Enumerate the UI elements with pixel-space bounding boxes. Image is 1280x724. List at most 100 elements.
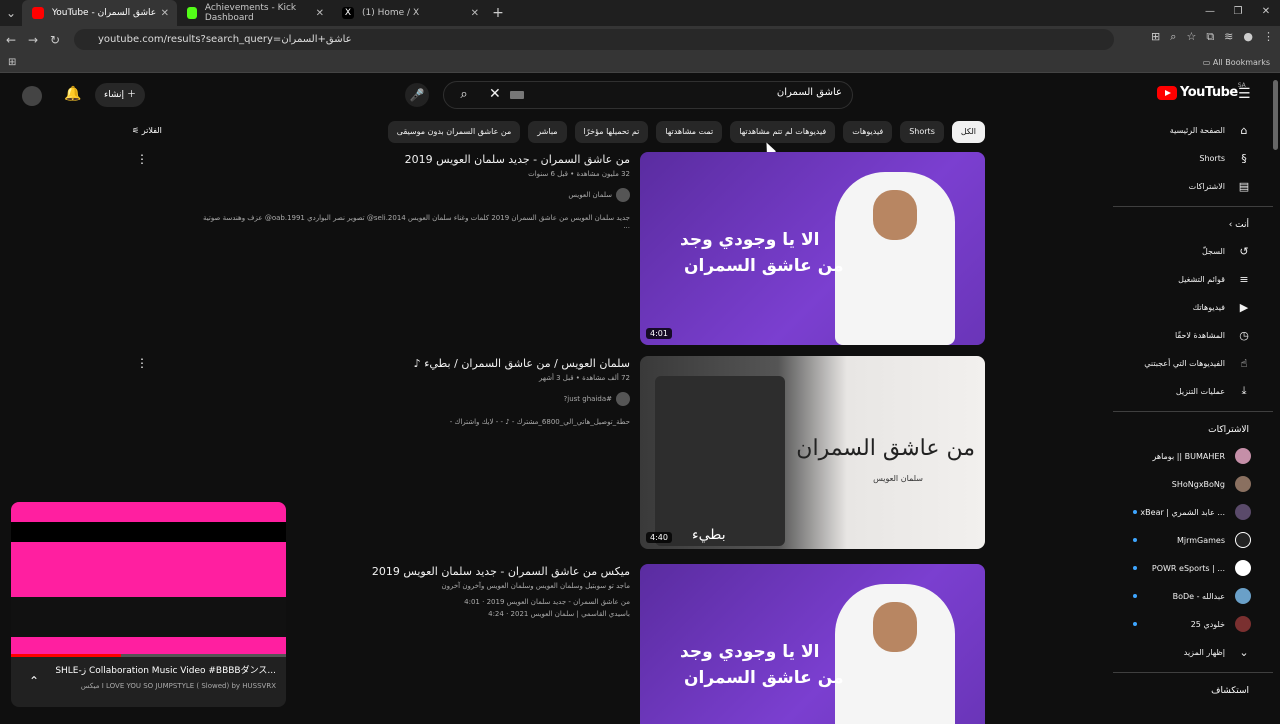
subscription-item[interactable]: POWR eSports | ... — [1113, 554, 1273, 582]
filter-chips: الكل Shorts فيديوهات فيديوهات لم تتم مشا… — [387, 121, 985, 143]
sidebar-item-your-videos[interactable]: فيديوهاتك ▶ — [1113, 293, 1273, 321]
guide-menu-icon[interactable]: ☰ — [1238, 86, 1251, 102]
search-input[interactable] — [542, 87, 842, 98]
maximize-button[interactable]: ❐ — [1224, 0, 1252, 24]
subscription-item[interactable]: خلودي 25 — [1113, 610, 1273, 638]
sidebar-item-label: الفيديوهات التي أعجبتني — [1144, 358, 1225, 368]
sidebar-item-liked[interactable]: الفيديوهات التي أعجبتني ☝ — [1113, 349, 1273, 377]
sidebar-item-watch-later[interactable]: المشاهدة لاحقًا ◷ — [1113, 321, 1273, 349]
subscription-item[interactable]: MjrmGames — [1113, 526, 1273, 554]
tab-youtube[interactable]: YouTube - عاشق السمران ✕ — [22, 0, 177, 26]
logo-text: YouTube — [1180, 85, 1238, 100]
clear-search-icon[interactable]: ✕ — [489, 86, 501, 102]
video-result[interactable]: الا يا وجودي وجد من عاشق السمران 4:01 من… — [136, 152, 985, 345]
chip-no-music[interactable]: من عاشق السمران بدون موسيقى — [387, 121, 521, 143]
divider — [1113, 411, 1273, 412]
close-tab-icon[interactable]: ✕ — [161, 8, 169, 19]
thumbnail-subtext: سلمان العويس — [873, 474, 923, 483]
youtube-play-logo-icon — [1157, 85, 1177, 100]
chip-videos[interactable]: فيديوهات — [843, 121, 893, 143]
history-icon: ↺ — [1239, 244, 1249, 258]
reload-icon[interactable]: ↻ — [44, 33, 66, 47]
search-bar: ⌕ ✕ — [443, 81, 853, 109]
subscription-item[interactable]: بوماهر || BUMAHER — [1113, 442, 1273, 470]
sidebar-item-subscriptions[interactable]: الاشتراكات ▤ — [1113, 172, 1273, 200]
search-icon[interactable]: ⌕ — [444, 82, 484, 108]
mix-result[interactable]: الا يا وجودي وجد من عاشق السمران ميكس من… — [200, 564, 985, 724]
address-bar-row: ← → ↻ youtube.com/results?search_query=ع… — [0, 26, 1280, 53]
show-more-button[interactable]: إظهار المزيد ⌄ — [1113, 638, 1273, 666]
sidebar-item-home[interactable]: الصفحة الرئيسية ⌂ — [1113, 116, 1273, 144]
subscription-name: POWR eSports | ... — [1151, 563, 1225, 573]
all-bookmarks-button[interactable]: ▭ All Bookmarks — [1203, 58, 1270, 67]
subscription-name: BoDe - عبدالله — [1172, 591, 1225, 601]
zoom-icon[interactable]: ⌕ — [1170, 30, 1176, 44]
sidebar-item-history[interactable]: السجلّ ↺ — [1113, 237, 1273, 265]
minimize-button[interactable]: — — [1196, 0, 1224, 24]
extensions-icon[interactable]: ⧉ — [1206, 30, 1214, 44]
sidebar-item-downloads[interactable]: عمليات التنزيل ⤓ — [1113, 377, 1273, 405]
mini-player-progress[interactable] — [11, 654, 286, 657]
chip-all[interactable]: الكل — [951, 121, 985, 143]
forward-icon[interactable]: → — [22, 33, 44, 47]
install-icon[interactable]: ⊞ — [1151, 30, 1160, 44]
mini-player-video[interactable] — [11, 502, 286, 654]
sidebar-item-label: الصفحة الرئيسية — [1169, 125, 1225, 135]
channel-row[interactable]: #just ghaida? — [200, 392, 630, 406]
media-icon[interactable]: ≋ — [1224, 30, 1233, 44]
back-icon[interactable]: ← — [0, 33, 22, 47]
subscription-item[interactable]: xBear | عابد الشمري ... — [1113, 498, 1273, 526]
close-window-button[interactable]: ✕ — [1252, 0, 1280, 24]
channel-name: سلمان العويس — [568, 191, 612, 199]
tab-x[interactable]: X (1) Home / X ✕ — [332, 0, 487, 26]
close-tab-icon[interactable]: ✕ — [471, 8, 479, 19]
youtube-favicon-icon — [32, 7, 44, 19]
apps-grid-icon[interactable]: ⊞ — [8, 57, 16, 68]
keyboard-icon[interactable] — [510, 91, 524, 99]
duration-badge: 4:01 — [646, 328, 672, 339]
subscription-item[interactable]: SHoNgxBoNg — [1113, 470, 1273, 498]
video-thumbnail[interactable]: من عاشق السمران سلمان العويس بطيء 4:40 — [640, 356, 985, 549]
filters-button[interactable]: ⚟ الفلاتر — [132, 126, 162, 135]
tab-kick[interactable]: Achievements - Kick Dashboard ✕ — [177, 0, 332, 26]
menu-icon[interactable]: ⋮ — [1263, 30, 1274, 44]
more-actions-icon[interactable]: ⋮ — [136, 356, 148, 370]
you-section-header[interactable]: ‹ أنت — [1113, 213, 1273, 237]
profile-icon[interactable]: ● — [1243, 30, 1253, 44]
chip-shorts[interactable]: Shorts — [900, 121, 944, 143]
chip-live[interactable]: مباشر — [528, 121, 567, 143]
close-tab-icon[interactable]: ✕ — [316, 8, 324, 19]
channel-row[interactable]: سلمان العويس — [200, 188, 630, 202]
video-meta: 32 مليون مشاهدة • قبل 6 سنوات — [528, 170, 630, 178]
download-icon: ⤓ — [1241, 384, 1247, 397]
url-field[interactable]: youtube.com/results?search_query=عاشق+ال… — [74, 29, 1114, 50]
video-title[interactable]: من عاشق السمران - جديد سلمان العويس 2019 — [200, 152, 630, 168]
more-actions-icon[interactable]: ⋮ — [136, 152, 148, 166]
video-thumbnail[interactable]: الا يا وجودي وجد من عاشق السمران 4:01 — [640, 152, 985, 345]
create-button[interactable]: إنشاء ＋ — [95, 83, 145, 107]
chip-watched[interactable]: تمت مشاهدتها — [656, 121, 723, 143]
bookmark-star-icon[interactable]: ☆ — [1186, 30, 1196, 44]
video-result[interactable]: من عاشق السمران سلمان العويس بطيء 4:40 س… — [136, 356, 985, 549]
sidebar-item-playlists[interactable]: قوائم التشغيل ≡ — [1113, 265, 1273, 293]
video-title[interactable]: سلمان العويس / من عاشق السمران / بطيء ♪ — [200, 356, 630, 372]
subscription-item[interactable]: BoDe - عبدالله — [1113, 582, 1273, 610]
notifications-bell-icon[interactable]: 🔔 — [64, 86, 81, 102]
mini-player[interactable]: ⌃ SHLE-ز Collaboration Music Video #BBBB… — [11, 502, 286, 707]
chip-unwatched[interactable]: فيديوهات لم تتم مشاهدتها — [730, 121, 836, 143]
account-avatar[interactable] — [22, 86, 42, 106]
new-tab-button[interactable]: + — [487, 5, 509, 21]
sidebar-item-label: المشاهدة لاحقًا — [1174, 330, 1225, 340]
tab-search-button[interactable]: ⌄ — [0, 6, 22, 20]
scrollbar[interactable] — [1273, 80, 1278, 150]
voice-search-mic-icon[interactable]: 🎤 — [405, 83, 429, 107]
mini-player-title[interactable]: SHLE-ز Collaboration Music Video #BBBBダン… — [46, 663, 276, 676]
mix-thumbnail[interactable]: الا يا وجودي وجد من عاشق السمران — [640, 564, 985, 724]
sidebar-item-label: قوائم التشغيل — [1178, 274, 1225, 284]
sidebar-item-shorts[interactable]: Shorts § — [1113, 144, 1273, 172]
chevron-down-icon: ⌄ — [1239, 645, 1249, 659]
chip-recently-uploaded[interactable]: تم تحميلها مؤخرًا — [574, 121, 649, 143]
tab-label: YouTube - عاشق السمران — [52, 8, 157, 18]
expand-chevron-up-icon[interactable]: ⌃ — [29, 674, 39, 688]
youtube-logo[interactable]: YouTube SA — [1157, 82, 1246, 100]
